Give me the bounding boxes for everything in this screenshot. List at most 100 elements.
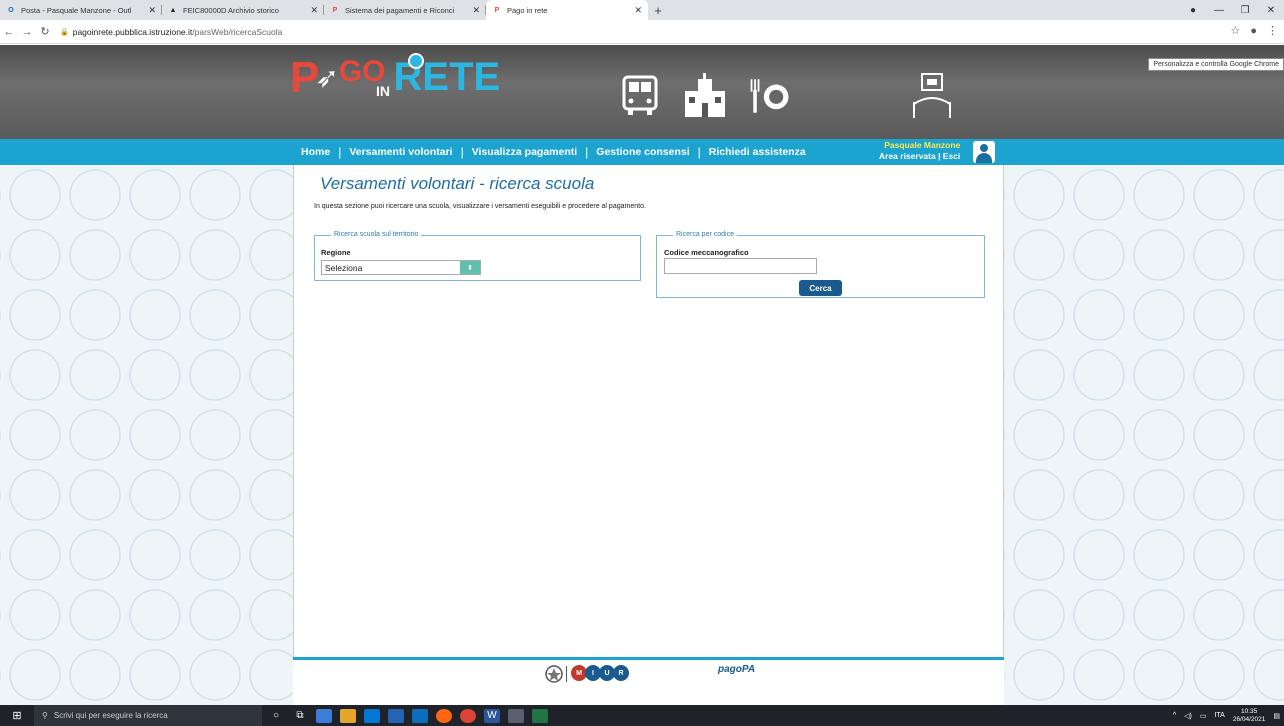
- task-view-icon[interactable]: ⧉: [292, 709, 308, 723]
- address-bar-row: ← → ↻ 🔒 pagoinrete.pubblica.istruzione.i…: [0, 20, 1284, 44]
- taskbar-search[interactable]: ⚲ Scrivi qui per eseguire la ricerca: [34, 705, 262, 726]
- profile-dot-icon[interactable]: ●: [1180, 5, 1206, 16]
- select-arrows-icon: ⬍: [460, 261, 480, 274]
- calendar-app-icon[interactable]: [316, 708, 332, 723]
- browser-tab[interactable]: P Sistema dei pagamenti e Riconci ✕: [324, 0, 486, 20]
- taskbar-search-placeholder: Scrivi qui per eseguire la ricerca: [53, 711, 168, 720]
- windows-start-icon[interactable]: ⊞: [0, 709, 34, 722]
- logo-in: IN: [376, 83, 390, 99]
- page-intro: In questa sezione puoi ricercare una scu…: [314, 203, 646, 210]
- tab-title: Posta - Pasquale Manzone - Outl: [21, 5, 132, 15]
- menu-tooltip: Personalizza e controlla Google Chrome: [1148, 58, 1284, 71]
- word-icon[interactable]: W: [484, 708, 500, 723]
- reload-button[interactable]: ↻: [36, 25, 54, 38]
- emblem-icon: [545, 665, 563, 683]
- language-indicator[interactable]: ITA: [1214, 712, 1224, 719]
- address-field[interactable]: 🔒 pagoinrete.pubblica.istruzione.it/pars…: [60, 27, 282, 37]
- codice-fieldset: Ricerca per codice Codice meccanografico…: [656, 231, 985, 298]
- user-name: Pasquale Manzone: [884, 140, 961, 150]
- tab-favicon-icon: P: [494, 6, 500, 14]
- clock[interactable]: 10:35 26/04/2021: [1233, 708, 1266, 724]
- network-icon[interactable]: ▭: [1200, 712, 1207, 720]
- miur-r: R: [613, 665, 629, 681]
- file-explorer-icon[interactable]: [340, 708, 356, 723]
- user-info: Pasquale Manzone Area riservata | Esci: [879, 140, 960, 162]
- tab-favicon-icon: P: [332, 6, 338, 14]
- nav-item[interactable]: Richiedi assistenza: [701, 146, 814, 158]
- menu-icon[interactable]: ⋮: [1267, 24, 1278, 37]
- system-tray: ^ ◁) ▭ ITA 10:35 26/04/2021 ▤: [1173, 705, 1280, 726]
- mail-icon[interactable]: [412, 708, 428, 723]
- nav-item[interactable]: Gestione consensi: [588, 146, 697, 158]
- territorio-legend: Ricerca scuola sul territorio: [331, 231, 422, 238]
- user-avatar-icon[interactable]: [973, 141, 995, 163]
- firefox-icon[interactable]: [436, 708, 452, 723]
- bookmark-star-icon[interactable]: ☆: [1230, 24, 1240, 37]
- pagopa-logo: pagoPA: [718, 664, 756, 675]
- page-title: Versamenti volontari - ricerca scuola: [320, 174, 595, 193]
- search-icon: ⚲: [42, 711, 48, 720]
- tab-close-icon[interactable]: ✕: [310, 5, 318, 16]
- browser-tab[interactable]: O Posta - Pasquale Manzone - Outl ✕: [0, 0, 162, 20]
- url-path: /parsWeb/ricercaScuola: [192, 26, 283, 37]
- forward-button[interactable]: →: [18, 26, 36, 38]
- area-riservata-link[interactable]: Area riservata | Esci: [879, 151, 960, 162]
- minimize-button[interactable]: —: [1206, 5, 1232, 16]
- miur-logo: M I U R: [571, 665, 629, 681]
- main-nav-bar: Home | Versamenti volontari | Visualizza pag…: [0, 139, 1284, 165]
- close-window-button[interactable]: ✕: [1258, 5, 1284, 16]
- right-background-pattern: [1004, 165, 1284, 705]
- nav-item[interactable]: Visualizza pagamenti: [464, 146, 585, 158]
- tab-close-icon[interactable]: ✕: [148, 5, 156, 16]
- regione-select[interactable]: Seleziona ⬍: [321, 260, 481, 275]
- codice-label: Codice meccanografico: [664, 248, 749, 257]
- school-icon: [683, 72, 727, 120]
- chevron-up-icon[interactable]: ^: [1173, 712, 1176, 719]
- tab-close-icon[interactable]: ✕: [472, 5, 480, 16]
- canteen-icon: [748, 72, 792, 120]
- tab-favicon-icon: ▲: [169, 6, 177, 14]
- edge-icon[interactable]: [364, 708, 380, 723]
- nav-item[interactable]: Home: [293, 146, 338, 158]
- tab-title: Sistema dei pagamenti e Riconci: [345, 5, 455, 15]
- museum-icon: [910, 72, 954, 120]
- clock-date: 26/04/2021: [1232, 715, 1266, 723]
- excel-icon[interactable]: [532, 708, 548, 723]
- cerca-button[interactable]: Cerca: [799, 280, 842, 296]
- codice-meccanografico-input[interactable]: [664, 258, 817, 274]
- windows-taskbar: ⊞ ⚲ Scrivi qui per eseguire la ricerca ○…: [0, 705, 1284, 726]
- pago-in-rete-logo[interactable]: P ➶ GO IN RETE: [290, 53, 500, 100]
- maximize-button[interactable]: ❐: [1232, 5, 1258, 16]
- nav-item[interactable]: Versamenti volontari: [341, 146, 460, 158]
- tab-favicon-icon: O: [8, 6, 14, 14]
- lock-icon: 🔒: [60, 28, 69, 36]
- arrow-icon: ➶: [315, 62, 339, 93]
- back-button[interactable]: ←: [0, 26, 18, 38]
- cortana-icon[interactable]: ○: [268, 709, 284, 723]
- account-icon[interactable]: ●: [1250, 25, 1257, 37]
- browser-tab[interactable]: P Pago in rete ✕: [486, 0, 648, 20]
- tab-title: Pago in rete: [507, 5, 548, 15]
- window-controls: ● — ❐ ✕: [1180, 0, 1284, 20]
- tab-close-icon[interactable]: ✕: [634, 5, 642, 16]
- bus-icon: [618, 72, 662, 120]
- clock-time: 10:35: [1240, 707, 1258, 715]
- notification-icon[interactable]: ▤: [1273, 712, 1280, 720]
- regione-value: Seleziona: [325, 263, 363, 273]
- footer-separator: [566, 666, 567, 682]
- main-content: Versamenti volontari - ricerca scuola In…: [293, 165, 1004, 705]
- left-background-pattern: [0, 165, 293, 705]
- globe-icon: [408, 53, 424, 69]
- chrome-icon[interactable]: [460, 708, 476, 723]
- browser-tab[interactable]: ▲ FEIC80000D Archivio storico ✕: [162, 0, 324, 20]
- site-footer: M I U R pagoPA: [293, 660, 1004, 705]
- new-tab-button[interactable]: +: [648, 0, 668, 20]
- calculator-icon[interactable]: [508, 708, 524, 723]
- codice-legend: Ricerca per codice: [673, 231, 737, 238]
- regione-label: Regione: [321, 248, 351, 257]
- store-icon[interactable]: [388, 708, 404, 723]
- volume-icon[interactable]: ◁): [1184, 712, 1192, 720]
- url-domain: pagoinrete.pubblica.istruzione.it: [72, 26, 193, 37]
- tab-title: FEIC80000D Archivio storico: [183, 5, 279, 15]
- browser-tab-bar: O Posta - Pasquale Manzone - Outl ✕ ▲ FEIC80…: [0, 0, 1284, 20]
